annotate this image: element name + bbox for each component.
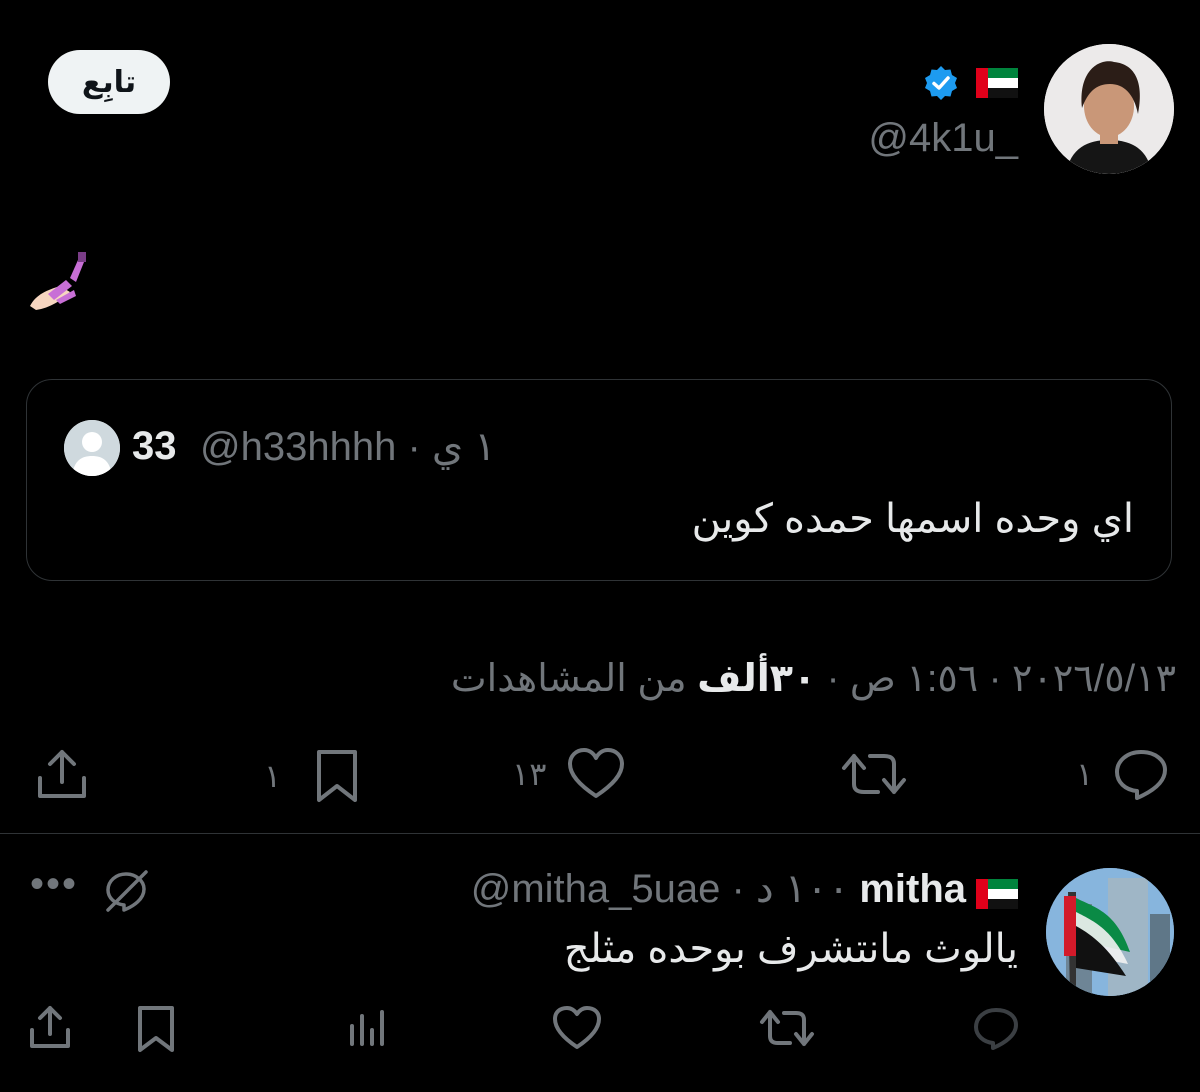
tweet-time: ١:٥٦ ص [849,658,979,700]
like-count: ١٣ [512,756,547,792]
heart-icon [553,1006,601,1049]
reply-share-action[interactable] [26,1004,74,1052]
reply-author-name[interactable]: mitha [859,867,966,912]
bookmark-count: ١ [264,758,282,794]
follow-button[interactable]: تابِع [48,50,170,114]
reply-reply-action[interactable] [970,1004,1022,1052]
reply-action[interactable]: ١ [1076,746,1171,802]
bookmark-action[interactable]: ١ [264,746,363,806]
reply-author-avatar[interactable] [1046,868,1174,996]
quoted-name[interactable]: 33 [132,424,177,469]
reply-text: يالوث مانتشرف بوحده مثلج [563,927,1018,971]
tweet-date: ٢٠٢٦/٥/١٣ [1012,658,1176,700]
reply-avatar-photo [1046,868,1174,996]
reply-icon [974,1008,1018,1050]
share-action[interactable] [34,746,90,802]
share-icon [38,750,86,798]
uae-flag-icon [976,68,1018,98]
default-avatar-icon [64,420,120,476]
analytics-icon [350,1010,384,1046]
retweet-icon [842,754,906,794]
uae-flag-icon [976,874,1018,909]
avatar-photo [1044,44,1174,174]
reply-header: @mitha_5uae · ١٠٠ د mitha [471,866,1018,912]
mute-conversation-icon[interactable] [100,866,152,914]
verified-badge-icon [922,64,960,102]
nail-polish-emoji [26,250,90,314]
quoted-tweet-card[interactable] [26,379,1172,581]
heart-icon [568,748,625,798]
bookmark-icon [138,1006,174,1052]
quoted-avatar[interactable] [64,420,120,476]
views-label: من المشاهدات [450,658,687,700]
reply-handle-time[interactable]: @mitha_5uae · ١٠٠ د [471,866,850,912]
reply-retweet-action[interactable] [758,1004,816,1052]
divider [0,833,1200,834]
views-count: ٣٠ألف [697,658,817,700]
reply-like-action[interactable] [550,1004,604,1052]
retweet-icon [760,1010,814,1046]
like-action[interactable]: ١٣ [512,746,628,802]
quoted-text: اي وحده اسمها حمده كوين [691,497,1134,541]
author-avatar[interactable] [1044,44,1174,174]
share-icon [30,1006,70,1048]
author-handle[interactable]: @4k1u_ [868,116,1018,161]
retweet-action[interactable] [840,746,908,802]
reply-count: ١ [1076,756,1094,792]
bookmark-icon [317,750,358,802]
quoted-handle-time: @h33hhhh · ١ ي [200,425,496,469]
more-options-icon[interactable]: ••• [30,862,78,907]
reply-icon [1115,750,1168,800]
reply-views-action[interactable] [346,1004,390,1052]
reply-bookmark-action[interactable] [134,1004,178,1054]
tweet-meta: ٢٠٢٦/٥/١٣ · ١:٥٦ ص · ٣٠ألف من المشاهدات [450,658,1176,700]
